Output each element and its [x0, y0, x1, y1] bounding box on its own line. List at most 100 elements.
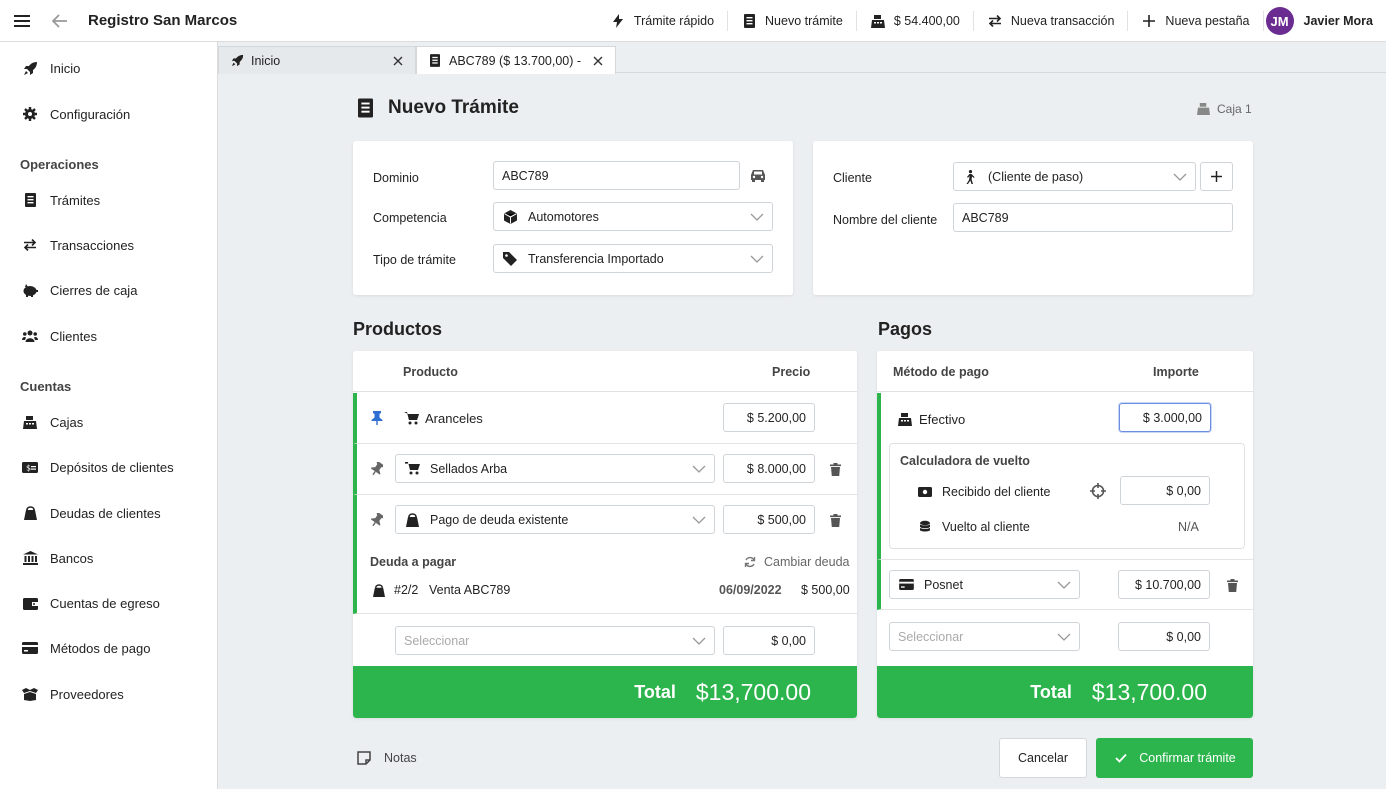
- pin-icon[interactable]: [369, 461, 385, 477]
- producto-select[interactable]: Seleccionar: [395, 626, 715, 655]
- piggy-bank-icon: [22, 282, 38, 298]
- bolt-icon: [610, 13, 626, 29]
- precio-input[interactable]: $ 5.200,00: [723, 403, 815, 432]
- sidebar-item-tramites[interactable]: Trámites: [0, 182, 217, 218]
- notas-button[interactable]: Notas: [356, 750, 417, 766]
- trash-icon[interactable]: [1224, 577, 1240, 593]
- sidebar-item-label: Clientes: [50, 328, 97, 344]
- pin-icon[interactable]: [369, 512, 385, 528]
- nombre-cliente-label: Nombre del cliente: [833, 213, 938, 227]
- sidebar-item-configuracion[interactable]: Configuración: [0, 96, 217, 132]
- importe-input[interactable]: $ 0,00: [1118, 622, 1210, 651]
- cambiar-deuda-button[interactable]: Cambiar deuda: [742, 554, 849, 570]
- sidebar-item-cuentas-egreso[interactable]: Cuentas de egreso: [0, 585, 217, 621]
- new-transaction-label: Nueva transacción: [1010, 14, 1115, 28]
- coins-icon: [917, 518, 933, 534]
- sidebar-item-deudas[interactable]: Deudas de clientes: [0, 495, 217, 531]
- pin-icon[interactable]: [369, 410, 385, 426]
- sidebar-item-depositos[interactable]: $ Depósitos de clientes: [0, 449, 217, 485]
- tipo-tramite-value: Transferencia Importado: [528, 251, 664, 266]
- cash-balance-button[interactable]: $ 54.400,00: [857, 11, 974, 31]
- new-tramite-button[interactable]: Nuevo trámite: [728, 11, 857, 31]
- recibido-input[interactable]: $ 0,00: [1120, 476, 1210, 505]
- competencia-select[interactable]: Automotores: [493, 202, 773, 231]
- vuelto-value: N/A: [1178, 520, 1199, 534]
- credit-card-icon: [898, 577, 914, 593]
- sidebar-item-metodos-pago[interactable]: Métodos de pago: [0, 630, 217, 666]
- metodo-name: Efectivo: [919, 412, 966, 427]
- bank-icon: [22, 550, 38, 566]
- confirm-tramite-button[interactable]: Confirmar trámite: [1096, 738, 1253, 778]
- sidebar-item-bancos[interactable]: Bancos: [0, 540, 217, 576]
- tab-inicio[interactable]: Inicio: [218, 46, 416, 74]
- exchange-icon: [987, 13, 1003, 29]
- close-icon[interactable]: [591, 54, 605, 68]
- money-bill-icon: $: [22, 459, 38, 475]
- importe-input[interactable]: $ 3.000,00: [1119, 403, 1211, 432]
- metodo-select[interactable]: Seleccionar: [889, 622, 1080, 651]
- producto-select[interactable]: Pago de deuda existente: [395, 505, 715, 534]
- importe-value: $ 3.000,00: [1142, 410, 1202, 425]
- productos-total: Total $13,700.00: [353, 666, 857, 718]
- new-tab-button[interactable]: Nueva pestaña: [1128, 11, 1264, 31]
- close-icon[interactable]: [391, 54, 405, 68]
- trash-icon[interactable]: [827, 512, 843, 528]
- tipo-tramite-label: Tipo de trámite: [373, 253, 456, 267]
- back-arrow-icon[interactable]: [50, 11, 70, 31]
- nombre-cliente-input[interactable]: ABC789: [953, 203, 1233, 232]
- new-tramite-label: Nuevo trámite: [765, 14, 843, 28]
- cash-register-icon: [870, 13, 886, 29]
- chevron-down-icon: [692, 516, 706, 524]
- trash-icon[interactable]: [827, 461, 843, 477]
- tab-current[interactable]: ABC789 ($ 13.700,00) - Nuevo trámite: [416, 46, 616, 74]
- app-title: Registro San Marcos: [88, 12, 238, 29]
- cancel-button[interactable]: Cancelar: [999, 738, 1087, 778]
- crosshairs-icon[interactable]: [1090, 483, 1106, 499]
- chevron-down-icon: [750, 255, 764, 263]
- new-transaction-button[interactable]: Nueva transacción: [974, 11, 1129, 31]
- metodo-value: Posnet: [924, 577, 963, 592]
- col-metodo: Método de pago: [893, 365, 989, 379]
- quick-tramite-button[interactable]: Trámite rápido: [597, 11, 729, 31]
- chevron-down-icon: [692, 637, 706, 645]
- add-cliente-button[interactable]: [1200, 162, 1233, 191]
- dominio-label: Dominio: [373, 171, 419, 185]
- importe-input[interactable]: $ 10.700,00: [1118, 570, 1210, 599]
- cash-register-icon: [897, 411, 913, 427]
- table-row: Seleccionar $ 0,00: [877, 610, 1253, 666]
- productos-title: Productos: [353, 319, 443, 339]
- sidebar-item-proveedores[interactable]: Proveedores: [0, 676, 217, 712]
- chevron-down-icon: [692, 465, 706, 473]
- deuda-label: Deuda a pagar: [370, 555, 457, 569]
- table-row: Posnet $ 10.700,00: [877, 560, 1253, 610]
- sidebar-item-inicio[interactable]: Inicio: [0, 50, 217, 86]
- cliente-select[interactable]: (Cliente de paso): [953, 162, 1196, 191]
- table-row: Aranceles $ 5.200,00: [353, 393, 857, 444]
- sidebar-item-cajas[interactable]: Cajas: [0, 404, 217, 440]
- user-menu[interactable]: JM Javier Mora: [1264, 7, 1386, 35]
- quick-tramite-label: Trámite rápido: [633, 14, 715, 28]
- sidebar-item-transacciones[interactable]: Transacciones: [0, 227, 217, 263]
- metodo-select[interactable]: Posnet: [889, 570, 1080, 599]
- cancel-label: Cancelar: [1017, 751, 1069, 765]
- producto-select[interactable]: Sellados Arba: [395, 454, 715, 483]
- tramite-form-card: Dominio ABC789 Competencia Automotores T…: [353, 141, 793, 295]
- confirm-label: Confirmar trámite: [1139, 751, 1236, 765]
- dominio-value: ABC789: [502, 168, 549, 183]
- precio-input[interactable]: $ 0,00: [723, 626, 815, 655]
- credit-card-icon: [22, 640, 38, 656]
- precio-value: $ 500,00: [757, 512, 806, 527]
- refresh-icon: [742, 554, 758, 570]
- car-icon[interactable]: [750, 167, 766, 183]
- user-name: Javier Mora: [1303, 14, 1373, 28]
- sidebar-item-label: Trámites: [50, 192, 101, 208]
- producto-name: Aranceles: [425, 411, 483, 426]
- precio-input[interactable]: $ 500,00: [723, 505, 815, 534]
- sidebar-item-cierres[interactable]: Cierres de caja: [0, 272, 217, 308]
- tipo-tramite-select[interactable]: Transferencia Importado: [493, 244, 773, 273]
- dominio-input[interactable]: ABC789: [493, 161, 740, 190]
- cash-balance-label: $ 54.400,00: [893, 14, 960, 28]
- sidebar-item-clientes[interactable]: Clientes: [0, 318, 217, 354]
- precio-input[interactable]: $ 8.000,00: [723, 454, 815, 483]
- menu-icon[interactable]: [12, 11, 32, 31]
